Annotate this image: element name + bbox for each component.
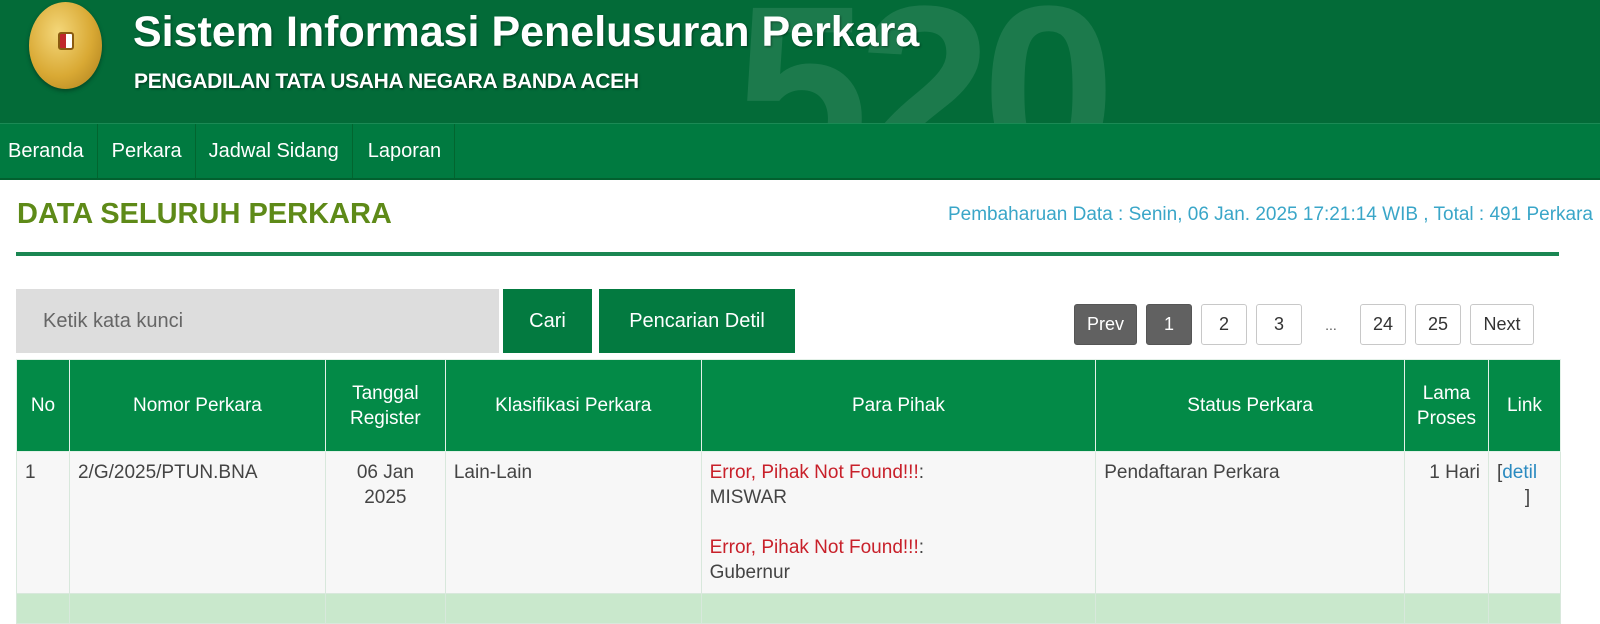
column-header-label: Lama Proses [1416, 382, 1477, 429]
column-header-label: Tanggal Register [349, 382, 421, 429]
court-emblem-logo-icon[interactable] [29, 2, 102, 89]
pagination-prev-button[interactable]: Prev [1074, 304, 1137, 345]
table-header-row: No Nomor Perkara Tanggal Register Klasif… [16, 359, 1562, 452]
pagination-ellipsis: ... [1325, 316, 1337, 333]
pihak-error-text: Error, Pihak Not Found!!! [709, 537, 919, 558]
link-bracket-close: ] [1524, 487, 1531, 508]
pihak-entry: Error, Pihak Not Found!!!: Gubernur [710, 535, 1088, 585]
shield-icon [58, 32, 74, 50]
column-header-para-pihak[interactable]: Para Pihak [700, 359, 1097, 452]
column-header-no[interactable]: No [16, 359, 70, 452]
cell-klasifikasi [444, 593, 702, 624]
table-row [16, 593, 1562, 624]
column-header-klasifikasi[interactable]: Klasifikasi Perkara [444, 359, 702, 452]
cell-link [1487, 593, 1562, 624]
pihak-spacer [710, 510, 1088, 535]
pagination-page-1[interactable]: 1 [1146, 304, 1192, 345]
cell-lama-proses: 1 Hari [1403, 451, 1489, 594]
search-button[interactable]: Cari [503, 289, 592, 353]
nav-item-laporan[interactable]: Laporan [353, 124, 456, 178]
column-header-status[interactable]: Status Perkara [1095, 359, 1405, 452]
cell-status-perkara: Pendaftaran Perkara [1095, 451, 1405, 594]
pagination-page-2[interactable]: 2 [1201, 304, 1247, 345]
cell-no [16, 593, 70, 624]
cell-tanggal-register: 06 Jan 2025 [324, 451, 446, 594]
cases-table: No Nomor Perkara Tanggal Register Klasif… [16, 359, 1562, 624]
cell-klasifikasi: Lain-Lain [444, 451, 702, 594]
cell-para-pihak [700, 593, 1097, 624]
pagination: Prev 1 2 3 ... 24 25 Next [1065, 304, 1534, 345]
tanggal-line: 2025 [364, 487, 407, 508]
cell-lama-proses [1403, 593, 1489, 624]
cell-no: 1 [16, 451, 70, 594]
search-toolbar: Cari Pencarian Detil Prev 1 2 3 ... 24 2… [0, 256, 1600, 364]
pihak-entry: Error, Pihak Not Found!!!: MISWAR [710, 460, 1088, 510]
detil-link[interactable]: detil [1502, 462, 1537, 483]
cell-link: [detil ] [1487, 451, 1562, 594]
pagination-page-3[interactable]: 3 [1256, 304, 1302, 345]
nav-item-beranda[interactable]: Beranda [0, 124, 98, 178]
pagination-next-button[interactable]: Next [1470, 304, 1534, 345]
column-header-nomor-perkara[interactable]: Nomor Perkara [68, 359, 326, 452]
nav-item-jadwal-sidang[interactable]: Jadwal Sidang [196, 124, 353, 178]
nav-item-perkara[interactable]: Perkara [98, 124, 196, 178]
site-header: 520 Sistem Informasi Penelusuran Perkara… [0, 0, 1600, 123]
detail-search-button[interactable]: Pencarian Detil [599, 289, 795, 353]
cell-status-perkara [1095, 593, 1405, 624]
site-title: Sistem Informasi Penelusuran Perkara [133, 8, 920, 56]
tanggal-line: 06 Jan [356, 462, 414, 483]
column-header-tanggal-register[interactable]: Tanggal Register [324, 359, 446, 452]
pihak-name: Gubernur [709, 562, 790, 583]
page-heading-bar: DATA SELURUH PERKARA Pembaharuan Data : … [16, 180, 1593, 256]
pagination-page-25[interactable]: 25 [1415, 304, 1461, 345]
main-navbar: Beranda Perkara Jadwal Sidang Laporan [0, 123, 1600, 180]
cell-tanggal-register [324, 593, 446, 624]
page-title: DATA SELURUH PERKARA [17, 198, 392, 230]
cell-nomor-perkara [68, 593, 326, 624]
column-header-link[interactable]: Link [1487, 359, 1562, 452]
table-row: 1 2/G/2025/PTUN.BNA 06 Jan 2025 Lain-Lai… [16, 451, 1562, 594]
pihak-name: MISWAR [709, 487, 788, 508]
pagination-page-24[interactable]: 24 [1360, 304, 1406, 345]
update-info: Pembaharuan Data : Senin, 06 Jan. 2025 1… [947, 204, 1593, 225]
search-input[interactable] [16, 289, 499, 353]
column-header-lama-proses[interactable]: Lama Proses [1403, 359, 1489, 452]
site-subtitle: PENGADILAN TATA USAHA NEGARA BANDA ACEH [134, 70, 639, 93]
cell-nomor-perkara: 2/G/2025/PTUN.BNA [68, 451, 326, 594]
cell-para-pihak: Error, Pihak Not Found!!!: MISWAR Error,… [700, 451, 1097, 594]
pihak-separator: : [918, 462, 924, 483]
pihak-separator: : [918, 537, 924, 558]
pihak-error-text: Error, Pihak Not Found!!! [709, 462, 919, 483]
